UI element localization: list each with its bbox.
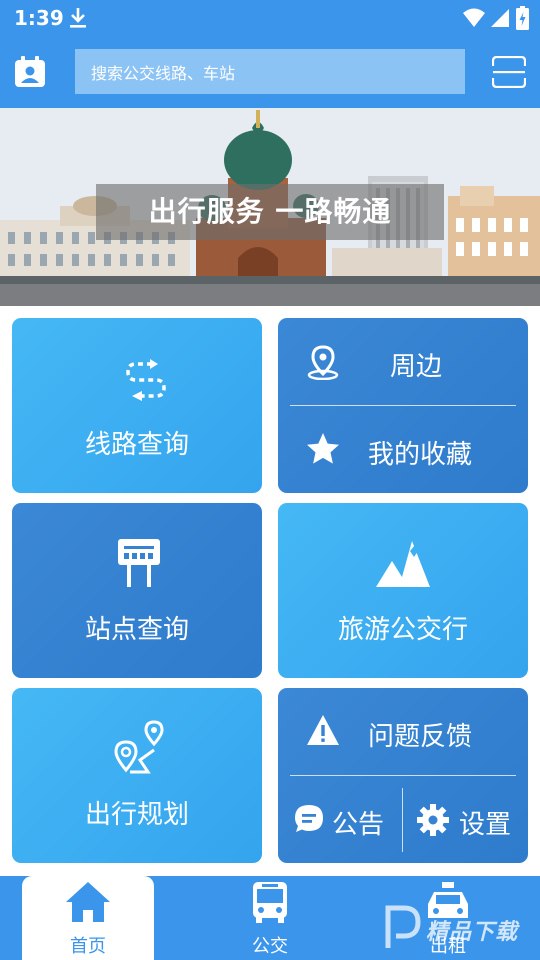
trip-planning-label: 出行规划 — [84, 800, 189, 830]
bus-stop-sign-icon — [118, 539, 160, 587]
search-input[interactable]: 搜索公交线路、车站 — [75, 49, 465, 94]
trip-route-icon — [114, 720, 164, 774]
nearby-button[interactable]: 周边 — [278, 318, 528, 405]
battery-icon — [516, 6, 529, 30]
feedback-button[interactable]: 问题反馈 — [278, 688, 528, 775]
notice-button[interactable]: 公告 — [278, 776, 402, 863]
nav-home-label: 首页 — [70, 936, 106, 957]
status-bar: 1:39 — [0, 0, 540, 36]
watermark: 精品下载 — [382, 896, 540, 956]
favorites-button[interactable]: 我的收藏 — [278, 406, 528, 493]
nav-bus-label: 公交 — [252, 936, 288, 957]
bus-icon — [253, 882, 287, 923]
chat-bubble-icon — [295, 805, 323, 832]
top-bar: 搜索公交线路、车站 — [0, 36, 540, 108]
banner-caption: 出行服务 一路畅通 — [96, 184, 444, 240]
trip-planning-card[interactable]: 出行规划 — [12, 688, 262, 863]
route-query-label: 线路查询 — [84, 430, 189, 460]
watermark-logo-icon — [385, 905, 421, 948]
download-icon — [70, 8, 86, 28]
notice-label: 公告 — [332, 810, 385, 840]
station-query-label: 站点查询 — [84, 615, 189, 645]
favorites-label: 我的收藏 — [368, 440, 473, 470]
nearby-favorites-card: 周边 我的收藏 — [278, 318, 528, 493]
route-icon — [126, 359, 166, 401]
watermark-text: 精品下载 — [426, 920, 519, 945]
tourism-bus-card[interactable]: 旅游公交行 — [278, 503, 528, 678]
settings-label: 设置 — [459, 810, 512, 840]
mountain-icon — [376, 541, 430, 587]
gear-icon — [417, 804, 449, 836]
nav-home[interactable]: 首页 — [22, 876, 154, 960]
feedback-notice-settings-card: 问题反馈 公告 设置 — [278, 688, 528, 863]
location-pin-icon — [307, 345, 339, 380]
home-icon — [66, 882, 110, 922]
tourism-bus-label: 旅游公交行 — [337, 615, 468, 645]
feedback-label: 问题反馈 — [368, 722, 473, 752]
wifi-icon — [463, 8, 485, 27]
route-query-card[interactable]: 线路查询 — [12, 318, 262, 493]
banner[interactable]: 出行服务 一路畅通 — [0, 108, 540, 306]
search-placeholder: 搜索公交线路、车站 — [91, 63, 236, 83]
nav-bus[interactable]: 公交 — [204, 876, 336, 960]
warning-icon — [307, 715, 339, 745]
nearby-label: 周边 — [390, 352, 443, 382]
star-icon — [307, 433, 339, 464]
scan-icon[interactable] — [492, 56, 526, 88]
status-time: 1:39 — [14, 6, 64, 30]
settings-button[interactable]: 设置 — [403, 776, 528, 863]
signal-icon — [491, 9, 509, 27]
station-query-card[interactable]: 站点查询 — [12, 503, 262, 678]
calendar-icon[interactable] — [14, 56, 46, 88]
